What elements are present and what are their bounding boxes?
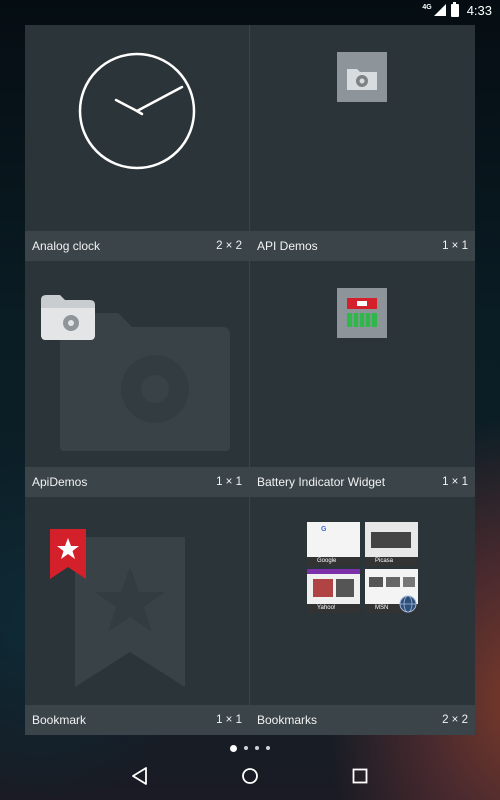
bookmark-thumbnail: G [307, 522, 360, 557]
bookmark-watermark [75, 537, 185, 687]
globe-icon [399, 595, 417, 613]
widget-label-bar: Bookmarks 2 × 2 [250, 705, 475, 735]
widget-battery-indicator[interactable]: Battery Indicator Widget 1 × 1 [250, 261, 475, 497]
widget-picker: Analog clock 2 × 2 API Demos 1 × 1 ApiDe… [25, 25, 475, 735]
widget-label-bar: ApiDemos 1 × 1 [25, 467, 249, 497]
bookmark-thumbnail-title: Yahoo! [307, 604, 360, 613]
analog-clock-preview [78, 52, 196, 170]
page-dot [255, 746, 259, 750]
widget-size: 1 × 1 [442, 476, 468, 488]
widget-size: 1 × 1 [216, 476, 242, 488]
bookmarks-thumbnails-preview: G Google Picasa Yahoo! MSN [307, 522, 419, 614]
widget-size: 2 × 2 [216, 240, 242, 252]
widget-name: API Demos [257, 239, 318, 253]
widget-label-bar: Battery Indicator Widget 1 × 1 [250, 467, 475, 497]
page-dot [244, 746, 248, 750]
widget-name: Bookmark [32, 713, 87, 727]
network-type: 4G [422, 3, 432, 11]
recents-icon [352, 768, 368, 784]
navigation-bar [0, 752, 500, 800]
widget-size: 2 × 2 [442, 714, 468, 726]
back-icon [132, 767, 147, 785]
signal-icon [433, 4, 446, 16]
settings-folder-icon [337, 52, 387, 102]
widget-analog-clock[interactable]: Analog clock 2 × 2 [25, 25, 250, 261]
widget-size: 1 × 1 [216, 714, 242, 726]
battery-widget-icon [337, 288, 387, 338]
widget-bookmarks[interactable]: G Google Picasa Yahoo! MSN Bookmarks 2 ×… [250, 497, 475, 735]
widget-label-bar: API Demos 1 × 1 [250, 231, 475, 261]
bookmark-thumbnail-title: Picasa [365, 557, 418, 566]
page-dot [266, 746, 270, 750]
widget-apidemos[interactable]: ApiDemos 1 × 1 [25, 261, 250, 497]
bookmark-thumbnail [307, 569, 360, 604]
settings-folder-icon [41, 295, 95, 340]
bookmark-thumbnail [365, 522, 418, 557]
clock-time: 4:33 [466, 2, 492, 18]
home-icon [242, 768, 258, 784]
widget-size: 1 × 1 [442, 240, 468, 252]
home-button[interactable] [238, 764, 262, 788]
widget-bookmark[interactable]: Bookmark 1 × 1 [25, 497, 250, 735]
back-button[interactable] [128, 764, 152, 788]
bookmark-ribbon-icon [50, 529, 86, 579]
status-bar: 4G 4:33 [0, 0, 500, 20]
widget-name: Bookmarks [257, 713, 318, 727]
widget-name: ApiDemos [32, 475, 88, 489]
widget-name: Battery Indicator Widget [257, 475, 386, 489]
widget-api-demos[interactable]: API Demos 1 × 1 [250, 25, 475, 261]
widget-label-bar: Analog clock 2 × 2 [25, 231, 249, 261]
widget-name: Analog clock [32, 239, 101, 253]
battery-icon [450, 1, 459, 17]
bookmark-thumbnail-title: Google [307, 557, 360, 566]
page-indicator [0, 744, 500, 752]
page-dot-active [230, 744, 237, 752]
widget-label-bar: Bookmark 1 × 1 [25, 705, 249, 735]
recents-button[interactable] [348, 764, 372, 788]
